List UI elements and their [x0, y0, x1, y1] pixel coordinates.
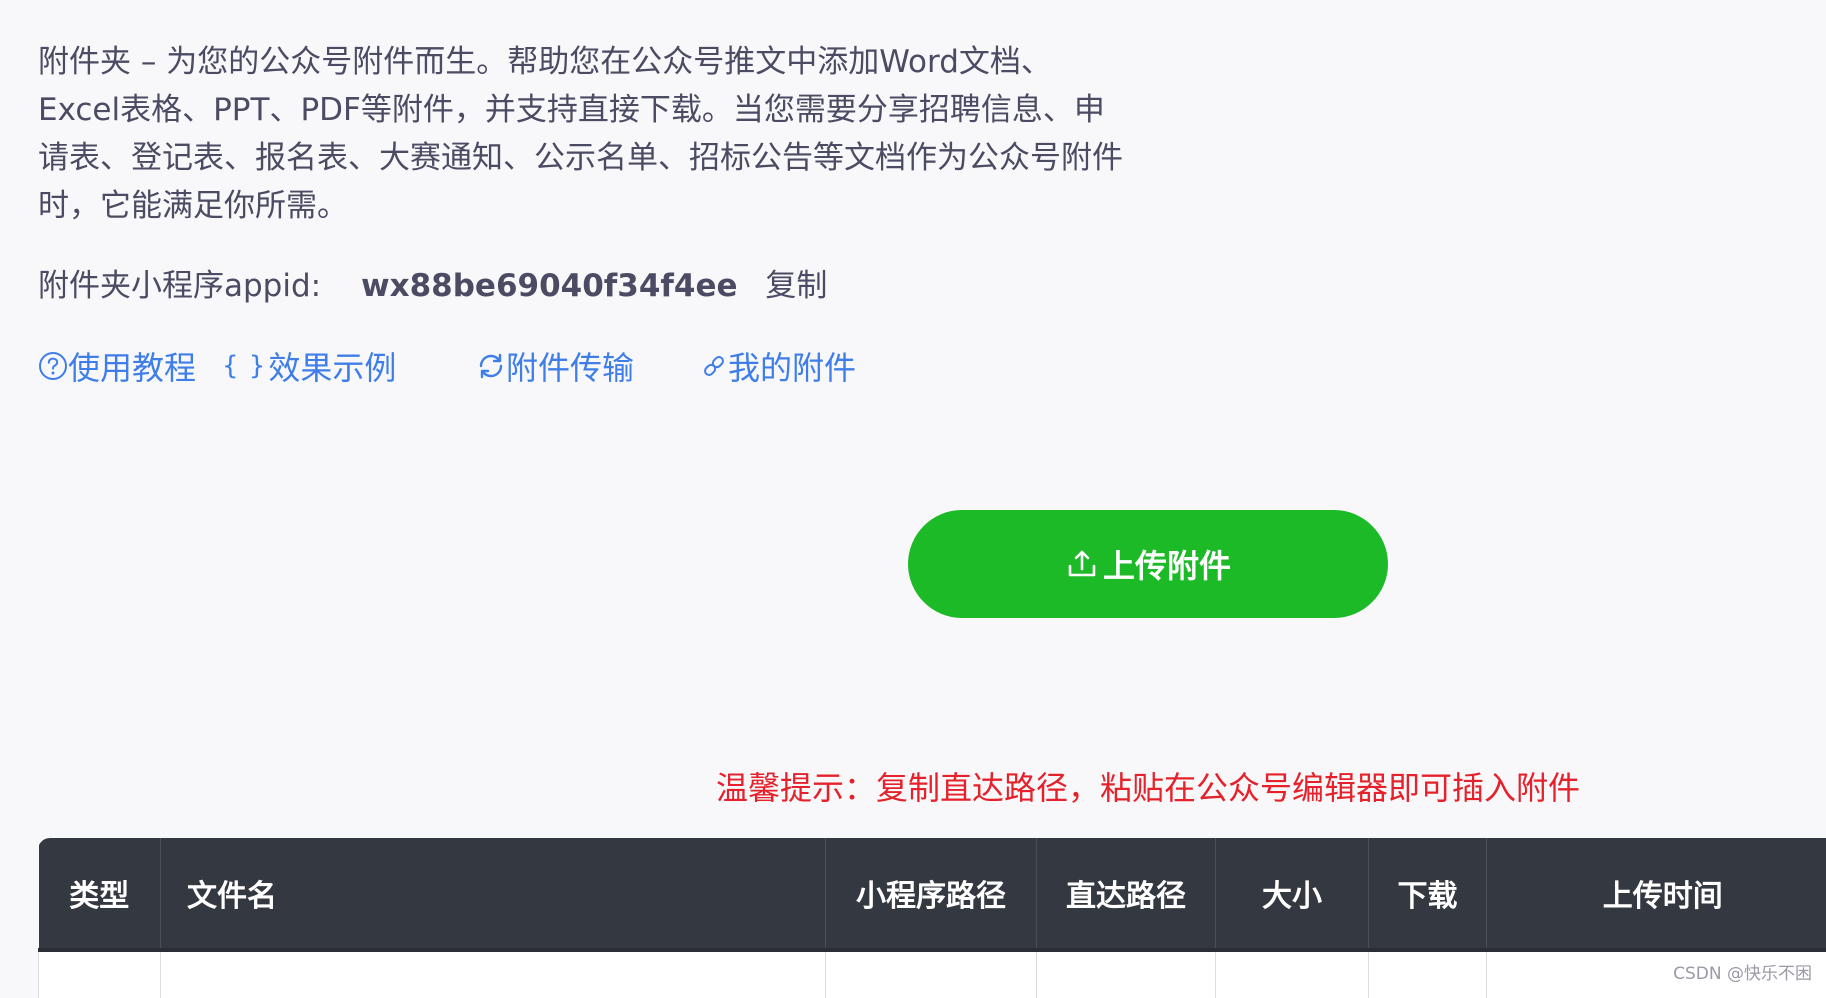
table-cell [826, 950, 1037, 998]
appid-label: 附件夹小程序appid: [38, 268, 321, 304]
column-header-miniprogram-path: 小程序路径 [826, 838, 1037, 950]
tutorial-link[interactable]: 使用教程 [38, 342, 196, 390]
transfer-link[interactable]: 附件传输 [476, 342, 634, 390]
app-description: 附件夹 – 为您的公众号附件而生。帮助您在公众号推文中添加Word文档、Exce… [38, 38, 1128, 230]
attachments-table: 类型 文件名 小程序路径 直达路径 大小 下载 上传时间 [38, 838, 1826, 998]
tip-text: 温馨提示：复制直达路径，粘贴在公众号编辑器即可插入附件 [716, 764, 1580, 812]
braces-icon: { } [222, 351, 266, 381]
column-header-type: 类型 [39, 838, 161, 950]
table-cell [1216, 950, 1369, 998]
tutorial-link-label: 使用教程 [68, 343, 196, 389]
appid-value: wx88be69040f34f4ee [361, 268, 738, 304]
column-header-size: 大小 [1216, 838, 1369, 950]
table-row [39, 950, 1826, 998]
link-icon [700, 352, 728, 380]
column-header-filename: 文件名 [161, 838, 826, 950]
table-header-row: 类型 文件名 小程序路径 直达路径 大小 下载 上传时间 [39, 838, 1826, 950]
upload-attachment-button[interactable]: 上传附件 [908, 510, 1388, 618]
table-cell [161, 950, 826, 998]
table-cell [39, 950, 161, 998]
column-header-download: 下载 [1369, 838, 1487, 950]
question-circle-icon [38, 351, 68, 381]
csdn-watermark: CSDN @快乐不困 [1673, 959, 1812, 984]
refresh-icon [476, 351, 506, 381]
column-header-upload-time: 上传时间 [1487, 838, 1826, 950]
table-cell [1369, 950, 1487, 998]
appid-row: 附件夹小程序appid: wx88be69040f34f4ee 复制 [38, 262, 827, 310]
copy-appid-button[interactable]: 复制 [765, 268, 827, 304]
example-link-label: 效果示例 [268, 343, 396, 389]
upload-icon [1065, 547, 1099, 581]
my-attachments-link-label: 我的附件 [728, 343, 856, 389]
my-attachments-link[interactable]: 我的附件 [700, 342, 856, 390]
transfer-link-label: 附件传输 [506, 343, 634, 389]
table-cell [1037, 950, 1216, 998]
column-header-direct-path: 直达路径 [1037, 838, 1216, 950]
upload-button-label: 上传附件 [1103, 541, 1231, 587]
example-link[interactable]: { } 效果示例 [222, 342, 396, 390]
